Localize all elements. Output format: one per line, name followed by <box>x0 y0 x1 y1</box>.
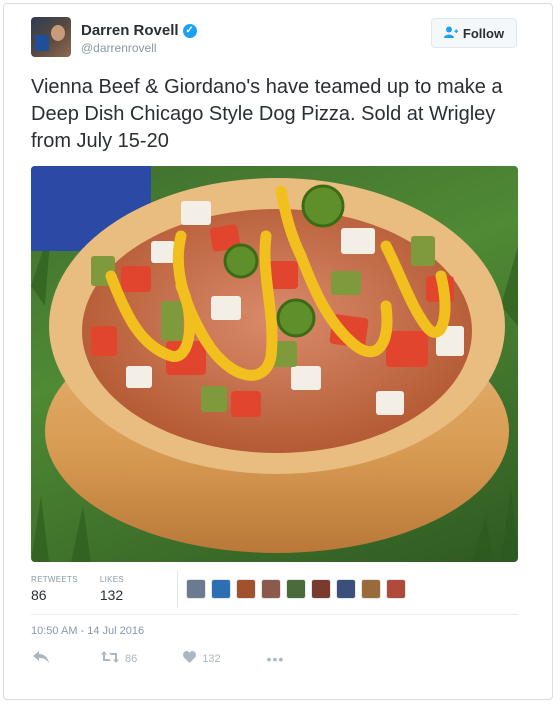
heart-icon <box>183 650 197 667</box>
retweet-count: 86 <box>125 652 138 665</box>
retweets-stat[interactable]: RETWEETS 86 <box>31 575 78 603</box>
liker-avatar[interactable] <box>311 579 331 599</box>
tweet-photo[interactable] <box>31 166 518 562</box>
tweet-text: Vienna Beef & Giordano's have teamed up … <box>31 76 503 152</box>
liker-avatar[interactable] <box>236 579 256 599</box>
avatar-face <box>51 25 65 41</box>
liker-avatar[interactable] <box>361 579 381 599</box>
liker-avatar[interactable] <box>286 579 306 599</box>
stats-separator <box>31 614 518 615</box>
liker-avatar[interactable] <box>386 579 406 599</box>
follow-button[interactable]: Follow <box>431 18 517 48</box>
author-handle[interactable]: @darrenrovell <box>81 41 157 55</box>
retweet-button[interactable]: 86 <box>101 650 137 667</box>
likes-value: 132 <box>99 587 124 603</box>
tweet-timestamp[interactable]: 10:50 AM - 14 Jul 2016 <box>31 625 144 637</box>
more-dots-icon: ••• <box>266 650 285 667</box>
avatar-shirt <box>35 35 49 51</box>
follow-button-label: Follow <box>462 25 505 41</box>
liker-avatar[interactable] <box>211 579 231 599</box>
stats-divider <box>177 570 178 608</box>
likes-label: LIKES <box>99 575 125 584</box>
author-display-name[interactable]: Darren Rovell <box>81 22 179 39</box>
like-count: 132 <box>202 652 221 665</box>
liker-avatar[interactable] <box>261 579 281 599</box>
retweets-value: 86 <box>31 587 47 603</box>
retweets-label: RETWEETS <box>31 575 78 584</box>
author-name-row: Darren Rovell ✓ <box>81 22 197 39</box>
tweet-actions: 86 132 ••• <box>33 650 336 667</box>
author-avatar[interactable] <box>31 17 71 57</box>
liker-avatar[interactable] <box>336 579 356 599</box>
reply-icon <box>33 650 49 667</box>
retweet-icon <box>101 650 119 667</box>
likes-stat[interactable]: LIKES 132 <box>100 575 124 603</box>
verified-badge-icon: ✓ <box>182 23 197 38</box>
like-button[interactable]: 132 <box>183 650 221 667</box>
engagement-stats: RETWEETS 86 LIKES 132 <box>31 575 146 603</box>
reply-button[interactable] <box>33 650 55 667</box>
more-button[interactable]: ••• <box>267 651 291 667</box>
liker-avatars <box>186 579 411 599</box>
add-user-icon <box>443 26 458 41</box>
liker-avatar[interactable] <box>186 579 206 599</box>
